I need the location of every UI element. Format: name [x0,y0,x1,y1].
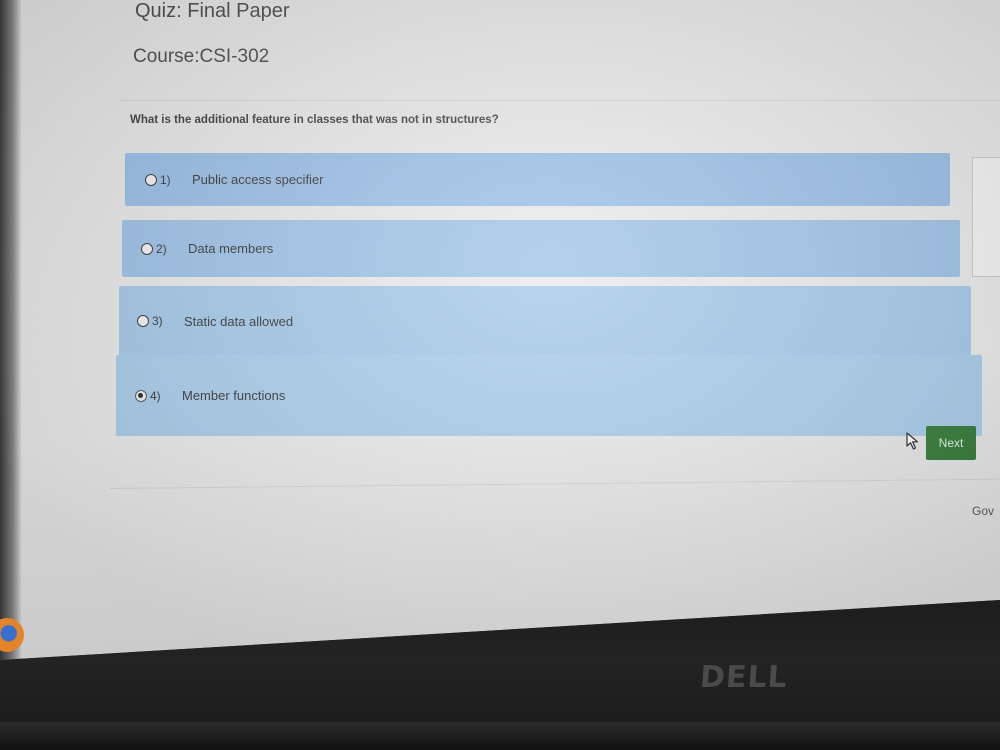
quiz-title: Quiz: Final Paper [135,0,290,22]
screen-edge-shadow [0,0,22,660]
radio-button-4-selected[interactable] [135,389,147,402]
course-label: Course:CSI-302 [133,46,270,67]
next-button[interactable]: Next [926,426,976,460]
dell-logo: DELL [698,660,789,695]
radio-button-1[interactable] [145,173,157,186]
question-text: What is the additional feature in classe… [130,114,499,126]
option-label: Data members [188,241,274,256]
option-number: 4) [150,388,161,403]
radio-button-3[interactable] [137,315,149,327]
option-label: Static data allowed [184,313,294,329]
footer-text: Gov [972,504,995,518]
option-number: 2) [156,241,167,256]
radio-button-2[interactable] [141,242,153,255]
option-number: 3) [152,314,163,328]
mouse-pointer-icon [906,432,919,450]
answer-option-4[interactable]: 4) Member functions [116,355,982,436]
option-number: 1) [160,172,171,187]
option-label: Member functions [182,388,286,403]
answer-option-3[interactable]: 3) Static data allowed [119,286,971,356]
laptop-bezel-edge [0,722,1000,750]
side-panel-box [972,157,1000,277]
answer-option-2[interactable]: 2) Data members [122,220,960,277]
option-label: Public access specifier [192,172,324,187]
laptop-screen: Quiz: Final Paper Course:CSI-302 What is… [0,0,1000,660]
footer-divider [109,478,1000,489]
header-divider [120,100,1000,101]
answer-option-1[interactable]: 1) Public access specifier [125,153,950,206]
